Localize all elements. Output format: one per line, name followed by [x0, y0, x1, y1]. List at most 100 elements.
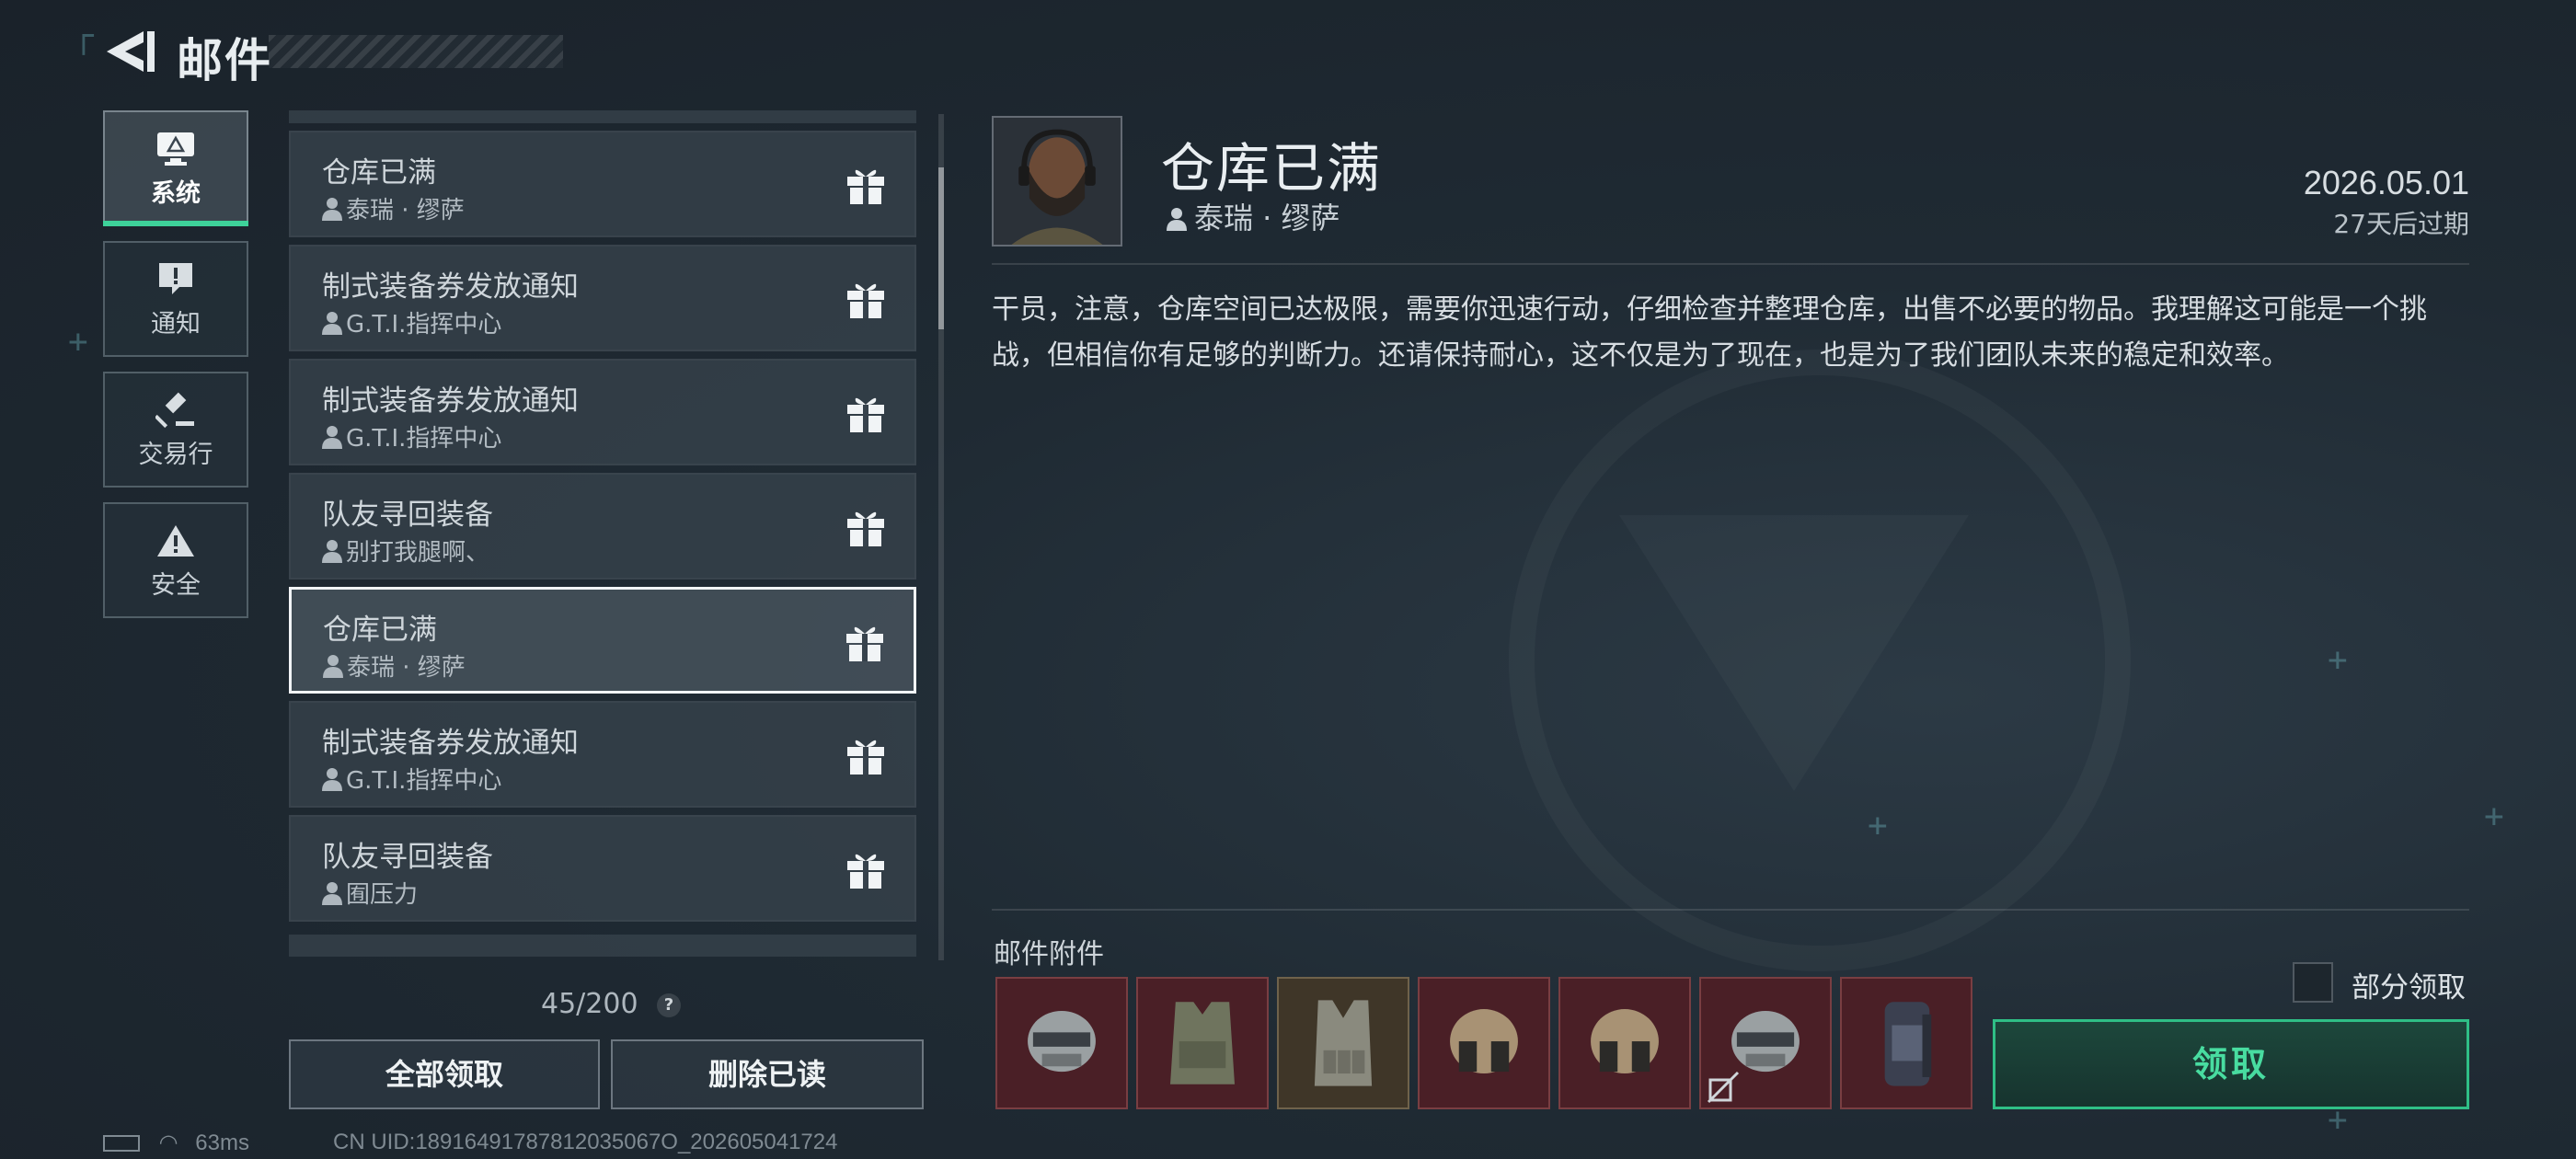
backpack-icon: [1884, 1002, 1932, 1086]
person-icon: [322, 881, 342, 905]
attachments-label: 邮件附件: [994, 938, 1104, 970]
mail-item-sender: 泰瑞 · 缪萨: [322, 191, 465, 225]
background-emblem-triangle: [1619, 515, 1969, 791]
mail-item-subject: 仓库已满: [323, 614, 437, 647]
back-arrow-icon[interactable]: [101, 26, 160, 77]
tab-notice-label: 通知: [151, 310, 201, 339]
gavel-icon: [155, 392, 194, 429]
unbound-icon: [1707, 1071, 1740, 1104]
mail-item[interactable]: 仓库已满泰瑞 · 缪萨: [289, 587, 916, 694]
tan-helmet-icon: [1591, 1009, 1659, 1074]
detail-expire: 27天后过期: [2333, 209, 2469, 239]
divider: [992, 909, 2469, 911]
person-icon: [322, 425, 342, 449]
decor-plus-icon: +: [2328, 641, 2348, 679]
mail-item-subject: 制式装备券发放通知: [322, 270, 579, 304]
partial-claim-label: 部分领取: [2352, 971, 2466, 1004]
gift-icon: [845, 164, 887, 206]
detail-date: 2026.05.01: [2303, 164, 2469, 201]
mail-item[interactable]: 队友寻回装备囿压力: [289, 815, 916, 922]
gift-icon: [845, 734, 887, 776]
mail-item-sender-name: G.T.I.指挥中心: [346, 767, 502, 795]
attachment-item[interactable]: [1558, 977, 1691, 1109]
mail-item[interactable]: 仓库已满泰瑞 · 缪萨: [289, 131, 916, 237]
gift-icon: [845, 506, 887, 548]
mail-item-subject: 仓库已满: [322, 156, 436, 189]
ping-value: 63ms: [195, 1130, 249, 1155]
attachment-item[interactable]: [1699, 977, 1832, 1109]
decor-plus-icon: ┌: [74, 17, 94, 55]
mail-item-sender-name: 泰瑞 · 缪萨: [347, 654, 466, 682]
mail-item-sender: 别打我腿啊、: [322, 534, 489, 568]
mail-item-subject: 制式装备券发放通知: [322, 727, 579, 760]
mail-item-sender: 囿压力: [322, 876, 418, 910]
claim-button[interactable]: 领取: [1993, 1019, 2469, 1109]
person-icon: [322, 311, 342, 335]
gift-icon: [845, 392, 887, 434]
decor-plus-icon: +: [1868, 807, 1888, 844]
tab-auction[interactable]: 交易行: [103, 372, 248, 488]
mail-item-sender-name: 别打我腿啊、: [346, 539, 490, 567]
mail-item-sender-name: G.T.I.指挥中心: [346, 425, 502, 453]
attachment-item[interactable]: [1136, 977, 1269, 1109]
tan-helmet-icon: [1450, 1009, 1518, 1074]
mail-item[interactable]: 制式装备券发放通知 G.T.I.指挥中心: [289, 359, 916, 465]
mail-item-sender: G.T.I.指挥中心: [322, 762, 501, 796]
mail-item-subject: 队友寻回装备: [322, 841, 493, 874]
person-icon: [1167, 208, 1187, 231]
mail-item-sender-name: G.T.I.指挥中心: [346, 311, 502, 339]
gift-icon: [845, 848, 887, 890]
tab-system-label: 系统: [151, 179, 201, 208]
battery-icon: [103, 1135, 140, 1152]
person-icon: [322, 767, 342, 791]
tab-system[interactable]: 系统: [103, 110, 248, 226]
chest-rig-icon: [1314, 1000, 1373, 1086]
status-indicators: ◠ 63ms: [103, 1130, 249, 1156]
list-item-partial: [289, 935, 916, 957]
detail-sender: 泰瑞 · 缪萨: [1167, 195, 1340, 237]
mail-item[interactable]: 制式装备券发放通知 G.T.I.指挥中心: [289, 245, 916, 351]
help-icon[interactable]: ?: [657, 993, 681, 1017]
attachment-item[interactable]: [1418, 977, 1550, 1109]
tab-security[interactable]: 安全: [103, 502, 248, 618]
attachment-item[interactable]: [995, 977, 1128, 1109]
mail-item-sender: G.T.I.指挥中心: [322, 419, 501, 453]
person-icon: [322, 197, 342, 221]
list-item-partial: [289, 110, 916, 123]
partial-claim-checkbox[interactable]: [2293, 962, 2333, 1003]
person-icon: [323, 654, 343, 678]
page-title: 邮件: [177, 34, 272, 87]
mail-item[interactable]: 制式装备券发放通知 G.T.I.指挥中心: [289, 701, 916, 808]
tab-auction-label: 交易行: [138, 441, 213, 469]
exclamation-bubble-icon: [159, 263, 192, 294]
gift-icon: [845, 278, 887, 320]
detail-sender-name: 泰瑞 · 缪萨: [1194, 201, 1340, 235]
body-armor-icon: [1170, 1002, 1235, 1084]
mail-item-sender: 泰瑞 · 缪萨: [323, 648, 466, 683]
mail-item[interactable]: 队友寻回装备别打我腿啊、: [289, 473, 916, 580]
mail-item-sender-name: 囿压力: [346, 881, 419, 909]
attachment-item[interactable]: [1840, 977, 1972, 1109]
helmet-icon: [1028, 1011, 1096, 1073]
mail-count: 45/200: [541, 988, 638, 1020]
sender-avatar: [992, 116, 1122, 247]
warning-triangle-icon: [157, 525, 194, 557]
detail-subject: 仓库已满: [1161, 137, 1383, 200]
person-icon: [322, 539, 342, 563]
mail-item-sender-name: 泰瑞 · 缪萨: [346, 197, 465, 224]
tab-notice[interactable]: 通知: [103, 241, 248, 357]
delete-read-button[interactable]: 删除已读: [611, 1039, 924, 1109]
mail-item-sender: G.T.I.指挥中心: [322, 305, 501, 339]
title-decoration: [269, 35, 563, 68]
detail-body: 干员，注意，仓库空间已达极限，需要你迅速行动，仔细检查并整理仓库，出售不必要的物…: [992, 293, 2427, 372]
mail-item-subject: 队友寻回装备: [322, 499, 493, 532]
claim-all-button[interactable]: 全部领取: [289, 1039, 600, 1109]
attachment-item[interactable]: [1277, 977, 1409, 1109]
gift-icon: [844, 621, 886, 663]
mail-list-scroll-thumb[interactable]: [938, 167, 944, 329]
divider: [992, 263, 2469, 265]
decor-plus-icon: +: [2484, 798, 2504, 835]
mail-list[interactable]: 仓库已满 泰瑞 · 缪萨 制式装备券发放通知 G.T.I.指挥中心 制式装备券发放通知 G…: [289, 110, 918, 957]
monitor-icon: [157, 132, 194, 166]
tab-security-label: 安全: [151, 571, 201, 600]
